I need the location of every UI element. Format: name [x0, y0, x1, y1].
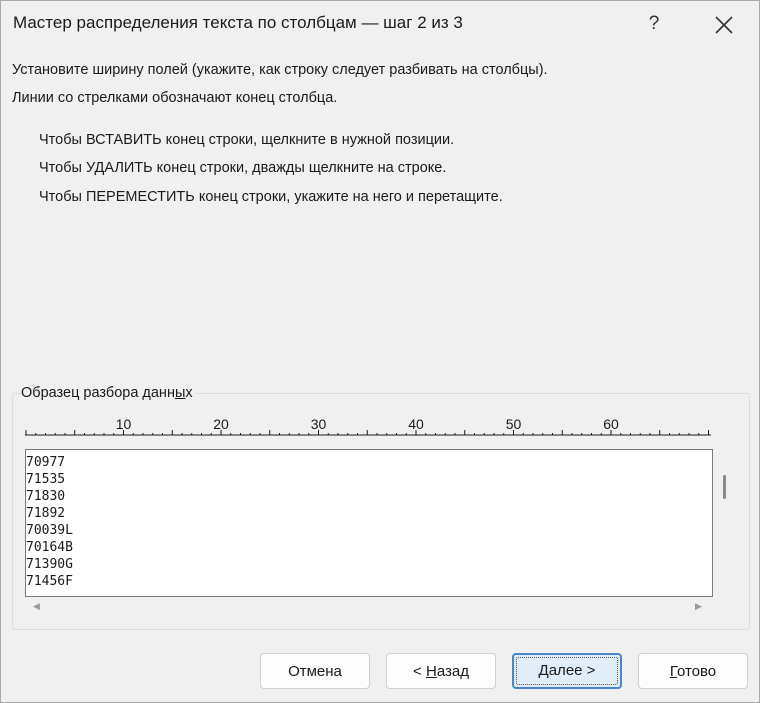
finish-button-rest: отово [676, 663, 717, 680]
hint-insert-break: Чтобы ВСТАВИТЬ конец строки, щелкните в … [39, 132, 455, 148]
next-button[interactable]: Далее > [512, 653, 622, 689]
scroll-left-icon[interactable]: ◀ [33, 601, 40, 612]
back-button-prefix: < [413, 663, 426, 680]
vertical-scrollbar[interactable] [717, 449, 731, 595]
preview-line: 71892 [26, 506, 66, 521]
intro-text-2: Линии со стрелками обозначают конец стол… [12, 90, 338, 106]
close-icon [715, 16, 733, 34]
ruler-label: 20 [213, 416, 229, 432]
preview-line: 71456F [26, 574, 73, 589]
cancel-button[interactable]: Отмена [260, 653, 370, 689]
text-to-columns-dialog: Мастер распределения текста по столбцам … [0, 0, 760, 703]
scroll-right-icon[interactable]: ▶ [695, 601, 702, 612]
next-button-rest: алее > [548, 662, 596, 679]
dialog-title: Мастер распределения текста по столбцам … [13, 13, 463, 32]
vertical-scroll-thumb[interactable] [723, 475, 726, 499]
data-preview-label-prefix: Образец разбора данн [21, 385, 175, 401]
preview-line: 71535 [26, 472, 66, 487]
ruler-label: 50 [506, 416, 522, 432]
hint-delete-break: Чтобы УДАЛИТЬ конец строки, дважды щелкн… [39, 160, 447, 176]
data-preview-label-suffix: х [185, 385, 193, 401]
horizontal-scrollbar[interactable]: ◀ ▶ [25, 597, 713, 617]
preview-lines: 70977 71535 71830 71892 70039L 70164B 71390G 71… [26, 454, 73, 590]
preview-line: 70977 [26, 455, 66, 470]
preview-line: 71390G [26, 557, 73, 572]
preview-line: 71830 [26, 489, 66, 504]
title-bar: Мастер распределения текста по столбцам … [1, 1, 759, 47]
ruler-label: 40 [408, 416, 424, 432]
preview-line: 70039L [26, 523, 73, 538]
finish-button[interactable]: Готово [638, 653, 748, 689]
column-ruler[interactable]: 10 20 30 40 50 60 [25, 415, 713, 439]
next-button-accel: Д [538, 662, 549, 679]
close-button[interactable] [701, 7, 747, 41]
preview-line: 70164B [26, 540, 73, 555]
help-button[interactable]: ? [633, 9, 675, 39]
intro-text-1: Установите ширину полей (укажите, как ст… [12, 62, 548, 78]
ruler-label: 10 [116, 416, 132, 432]
finish-button-accel: Г [669, 663, 677, 680]
data-preview-label-accel: ы [174, 385, 186, 401]
back-button-rest: азад [436, 663, 469, 680]
ruler-label: 60 [603, 416, 619, 432]
ruler-ticks[interactable]: 10 20 30 40 50 60 [25, 415, 713, 439]
ruler-label: 30 [311, 416, 327, 432]
data-preview-label: Образец разбора данных [21, 385, 195, 401]
back-button[interactable]: < Назад [386, 653, 496, 689]
data-preview-area[interactable]: 70977 71535 71830 71892 70039L 70164B 71390G 71… [25, 449, 713, 597]
hint-move-break: Чтобы ПЕРЕМЕСТИТЬ конец строки, укажите … [39, 189, 503, 205]
back-button-accel: Н [425, 663, 437, 680]
